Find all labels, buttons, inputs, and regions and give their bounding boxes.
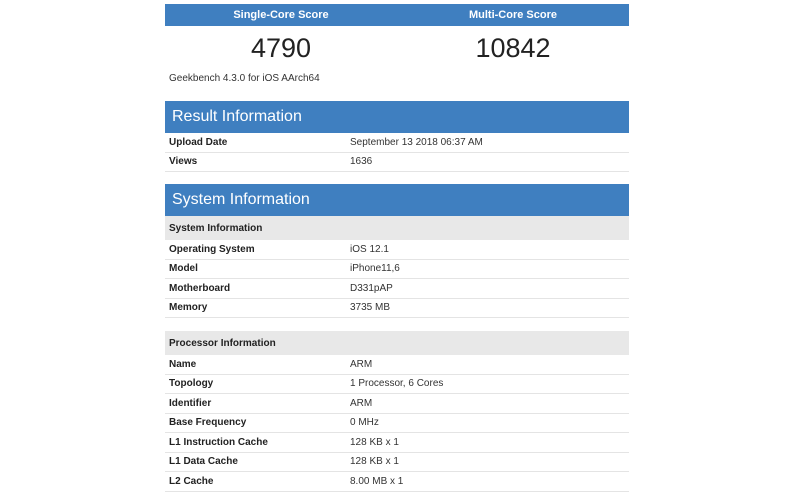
result-information-header: Result Information xyxy=(165,101,629,133)
table-row: L2 Cache 8.00 MB x 1 xyxy=(165,472,629,492)
table-row: Name ARM xyxy=(165,355,629,375)
row-value: 128 KB x 1 xyxy=(350,456,399,468)
row-value: 3735 MB xyxy=(350,302,391,314)
multi-core-label: Multi-Core Score xyxy=(468,9,557,21)
row-value: 128 KB x 1 xyxy=(350,436,399,448)
row-key: Name xyxy=(169,358,197,370)
row-key: Model xyxy=(169,263,198,275)
row-key: Motherboard xyxy=(169,282,231,294)
table-row: L1 Instruction Cache 128 KB x 1 xyxy=(165,433,629,453)
row-key: L1 Data Cache xyxy=(169,456,238,468)
row-value: 0 MHz xyxy=(350,417,379,429)
table-row: Base Frequency 0 MHz xyxy=(165,414,629,433)
single-core-label: Single-Core Score xyxy=(233,9,329,21)
row-value: 1 Processor, 6 Cores xyxy=(350,378,444,390)
row-key: Topology xyxy=(169,378,214,390)
result-information-table: Upload Date September 13 2018 06:37 AM V… xyxy=(165,133,629,172)
table-row: Views 1636 xyxy=(165,153,629,172)
score-values: 4790 10842 xyxy=(165,28,629,68)
single-core-score: 4790 xyxy=(250,32,312,63)
table-row: Operating System iOS 12.1 xyxy=(165,240,629,260)
table-row: Model iPhone11,6 xyxy=(165,260,629,279)
table-row: Upload Date September 13 2018 06:37 AM xyxy=(165,133,629,153)
benchmark-version: Geekbench 4.3.0 for iOS AArch64 xyxy=(169,73,320,84)
row-key: Memory xyxy=(169,302,208,314)
row-key: Upload Date xyxy=(169,136,228,148)
score-header: Single-Core Score Multi-Core Score xyxy=(165,4,629,26)
row-value: 1636 xyxy=(350,156,373,168)
table-row: Identifier ARM xyxy=(165,394,629,414)
row-value: 8.00 MB x 1 xyxy=(350,475,404,487)
table-row: Memory 3735 MB xyxy=(165,299,629,318)
row-value: ARM xyxy=(350,358,373,370)
row-value: September 13 2018 06:37 AM xyxy=(350,136,483,148)
row-value: D331pAP xyxy=(350,282,393,294)
row-key: Views xyxy=(169,156,198,168)
row-key: Identifier xyxy=(169,397,212,409)
table-row: L1 Data Cache 128 KB x 1 xyxy=(165,453,629,472)
row-key: Operating System xyxy=(169,243,255,255)
row-value: ARM xyxy=(350,397,373,409)
row-key: L1 Instruction Cache xyxy=(169,436,268,448)
system-subheader: System Information xyxy=(165,216,629,240)
system-information-header: System Information xyxy=(165,184,629,216)
row-key: L2 Cache xyxy=(169,475,214,487)
table-row: Motherboard D331pAP xyxy=(165,279,629,299)
multi-core-score: 10842 xyxy=(475,32,551,63)
row-key: Base Frequency xyxy=(169,417,247,429)
system-information-table: System Information Operating System iOS … xyxy=(165,216,629,492)
row-value: iOS 12.1 xyxy=(350,243,389,255)
processor-subheader: Processor Information xyxy=(165,331,629,355)
row-value: iPhone11,6 xyxy=(350,263,400,275)
table-row: Topology 1 Processor, 6 Cores xyxy=(165,375,629,394)
